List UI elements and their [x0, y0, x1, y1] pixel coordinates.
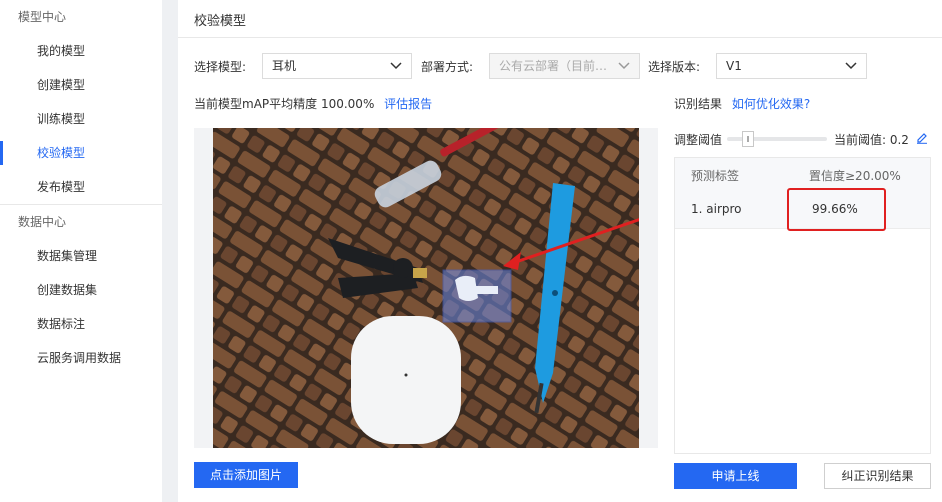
model-select[interactable]: 耳机 [262, 53, 412, 79]
apply-online-button[interactable]: 申请上线 [674, 463, 797, 489]
sidebar-item-validate-model[interactable]: 校验模型 [0, 136, 162, 170]
current-threshold: 当前阈值: 0.2 [834, 133, 909, 147]
sidebar-item-data-annotation[interactable]: 数据标注 [0, 307, 162, 341]
title-divider [178, 37, 942, 38]
sidebar-item-publish-model[interactable]: 发布模型 [0, 170, 162, 204]
results-header: 识别结果 如何优化效果? [674, 95, 810, 112]
sidebar: 模型中心 我的模型 创建模型 训练模型 校验模型 发布模型 数据中心 数据集管理… [0, 0, 162, 502]
version-select-value: V1 [726, 59, 742, 73]
row-label: 1. airpro [691, 202, 742, 216]
sidebar-item-create-model[interactable]: 创建模型 [0, 68, 162, 102]
sidebar-item-cloud-call-data[interactable]: 云服务调用数据 [0, 341, 162, 375]
image-panel [194, 128, 658, 448]
correct-result-button[interactable]: 纠正识别结果 [824, 463, 931, 489]
col-confidence: 置信度≥20.00% [809, 169, 901, 183]
highlight-annotation [787, 188, 886, 231]
chevron-down-icon [618, 62, 630, 70]
version-select[interactable]: V1 [716, 53, 867, 79]
sidebar-item-dataset-manage[interactable]: 数据集管理 [0, 239, 162, 273]
chevron-down-icon [390, 62, 402, 70]
sidebar-item-train-model[interactable]: 训练模型 [0, 102, 162, 136]
model-select-value: 耳机 [272, 59, 297, 73]
threshold-label: 调整阈值 [674, 133, 723, 147]
sidebar-item-create-dataset[interactable]: 创建数据集 [0, 273, 162, 307]
add-image-button[interactable]: 点击添加图片 [194, 462, 298, 488]
validation-photo [213, 128, 639, 448]
deploy-select-label: 部署方式: [421, 60, 474, 74]
sidebar-item-my-models[interactable]: 我的模型 [0, 34, 162, 68]
results-title: 识别结果 [674, 97, 723, 111]
deploy-select: 公有云部署（目前仅... [489, 53, 640, 79]
chevron-down-icon [845, 62, 857, 70]
map-metric: 当前模型mAP平均精度 100.00% 评估报告 [194, 95, 432, 112]
map-metric-text: 当前模型mAP平均精度 100.00% [194, 97, 375, 111]
model-select-label: 选择模型: [194, 60, 247, 74]
evaluation-report-link[interactable]: 评估报告 [384, 97, 432, 111]
sidebar-group-data-center: 数据中心 [18, 215, 67, 229]
results-table-header: 预测标签 置信度≥20.00% [675, 158, 930, 191]
edit-icon[interactable] [916, 132, 928, 144]
deploy-select-value: 公有云部署（目前仅... [499, 59, 613, 73]
col-predicted-label: 预测标签 [691, 169, 740, 183]
version-select-label: 选择版本: [648, 60, 701, 74]
sidebar-group-model-center: 模型中心 [18, 10, 67, 24]
optimize-link[interactable]: 如何优化效果? [732, 97, 810, 111]
threshold-slider-handle[interactable] [742, 131, 754, 147]
page-title: 校验模型 [194, 14, 247, 29]
